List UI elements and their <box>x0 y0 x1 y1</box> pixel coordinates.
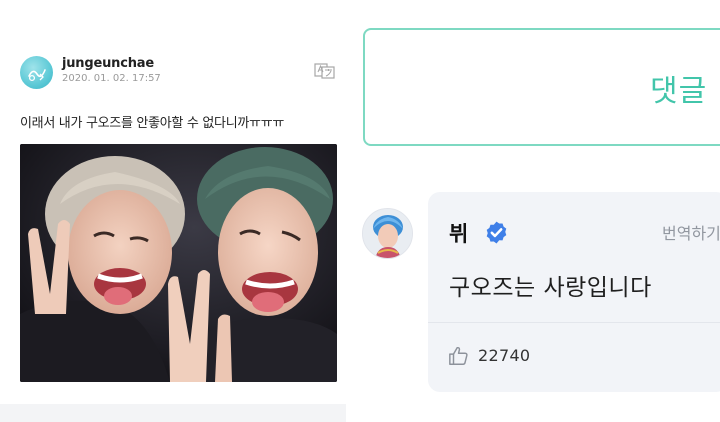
commenter-avatar-image <box>363 209 412 258</box>
verified-badge-icon <box>486 221 507 244</box>
avatar-cartoon-icon <box>28 69 46 82</box>
post-card-footer-strip <box>0 404 346 422</box>
post-username[interactable]: jungeunchae <box>62 56 154 71</box>
translate-icon[interactable] <box>314 63 336 79</box>
commenter-name[interactable]: 뷔 <box>449 218 468 248</box>
post-photo[interactable] <box>20 144 337 382</box>
comments-tab-label[interactable]: 댓글 <box>650 66 707 110</box>
thumbs-up-icon[interactable] <box>448 345 470 367</box>
post-body-text: 이래서 내가 구오즈를 안좋아할 수 없다니까ㅠㅠㅠ <box>20 116 285 131</box>
like-count: 22740 <box>478 346 531 365</box>
comment-text: 구오즈는 사랑입니다 <box>449 275 652 301</box>
post-author-avatar[interactable] <box>20 56 53 89</box>
translate-comment-link[interactable]: 번역하기 <box>662 220 720 244</box>
comment-divider <box>428 322 720 323</box>
commenter-avatar[interactable] <box>362 208 413 259</box>
post-timestamp: 2020. 01. 02. 17:57 <box>62 73 161 84</box>
selfie-photo-image <box>20 144 337 382</box>
